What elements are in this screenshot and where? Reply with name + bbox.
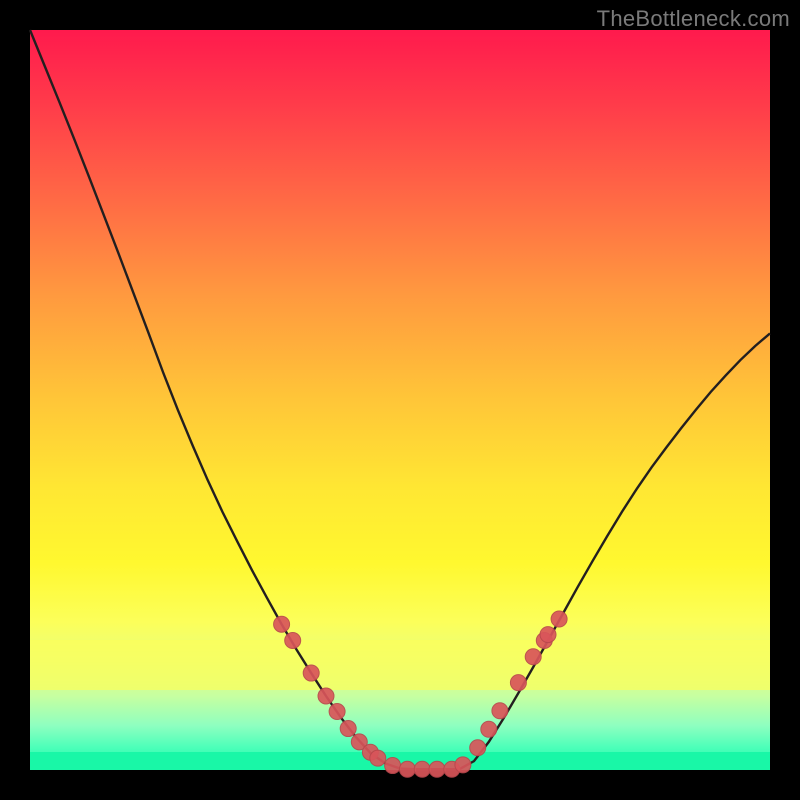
curve-marker: [414, 761, 430, 777]
curve-layer: [30, 30, 770, 770]
curve-marker: [429, 761, 445, 777]
curve-marker: [540, 627, 556, 643]
curve-markers: [274, 611, 567, 777]
curve-marker: [329, 704, 345, 720]
bottleneck-curve: [30, 30, 770, 769]
curve-marker: [385, 758, 401, 774]
curve-marker: [492, 703, 508, 719]
curve-marker: [318, 688, 334, 704]
curve-marker: [551, 611, 567, 627]
chart-frame: TheBottleneck.com: [0, 0, 800, 800]
curve-marker: [399, 761, 415, 777]
curve-marker: [510, 675, 526, 691]
plot-area: [30, 30, 770, 770]
curve-marker: [455, 757, 471, 773]
curve-marker: [525, 649, 541, 665]
curve-marker: [470, 740, 486, 756]
curve-marker: [481, 721, 497, 737]
watermark-text: TheBottleneck.com: [597, 6, 790, 32]
curve-marker: [340, 721, 356, 737]
curve-marker: [285, 633, 301, 649]
curve-marker: [303, 665, 319, 681]
curve-marker: [274, 616, 290, 632]
curve-marker: [370, 750, 386, 766]
